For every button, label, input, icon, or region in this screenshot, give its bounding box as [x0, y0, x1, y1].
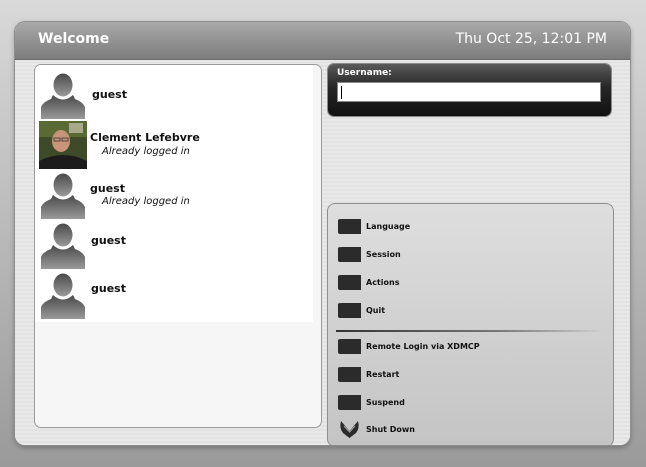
options-menu: Language Session Actions Quit Remote Log…	[327, 203, 614, 445]
text-caret	[341, 86, 342, 99]
user-name: guest	[91, 282, 126, 295]
user-name: guest	[90, 182, 125, 195]
remote-login-icon	[338, 339, 361, 354]
user-name: guest	[91, 234, 126, 247]
content-area: guest Clement Lefebvre Already logged in…	[15, 60, 630, 445]
menu-divider	[336, 330, 604, 332]
remote-login-label: Remote Login via XDMCP	[366, 342, 480, 351]
session-icon	[338, 247, 361, 262]
restart-icon	[338, 367, 361, 382]
user-row[interactable]: guest	[35, 270, 313, 320]
suspend-button[interactable]: Suspend	[336, 394, 596, 414]
window-title: Welcome	[38, 31, 110, 47]
actions-label: Actions	[366, 278, 400, 287]
user-photo	[39, 121, 87, 169]
user-row[interactable]: guest	[35, 70, 313, 120]
user-row[interactable]: guest Already logged in	[35, 170, 313, 220]
restart-label: Restart	[366, 370, 400, 379]
username-label: Username:	[337, 68, 392, 78]
actions-button[interactable]: Actions	[336, 274, 596, 294]
language-button[interactable]: Language	[336, 218, 596, 238]
restart-button[interactable]: Restart	[336, 366, 596, 386]
silhouette-icon	[41, 273, 85, 319]
silhouette-icon	[41, 173, 85, 219]
language-icon	[338, 219, 361, 234]
suspend-label: Suspend	[366, 398, 405, 407]
user-status: Already logged in	[102, 196, 190, 207]
login-box: Username:	[328, 64, 611, 116]
user-name: guest	[92, 88, 127, 101]
suspend-icon	[338, 395, 361, 410]
shut-down-button[interactable]: Shut Down	[336, 421, 596, 441]
session-label: Session	[366, 250, 401, 259]
language-label: Language	[366, 222, 411, 231]
quit-button[interactable]: Quit	[336, 302, 596, 322]
remote-login-xdmcp-button[interactable]: Remote Login via XDMCP	[336, 338, 596, 358]
actions-icon	[338, 275, 361, 290]
user-list-entries: guest Clement Lefebvre Already logged in…	[35, 65, 313, 322]
quit-label: Quit	[366, 306, 386, 315]
user-name: Clement Lefebvre	[90, 131, 200, 144]
silhouette-icon	[41, 73, 85, 119]
shut-down-icon	[340, 421, 359, 438]
user-status: Already logged in	[102, 146, 190, 157]
user-row[interactable]: Clement Lefebvre Already logged in	[35, 120, 313, 170]
user-list[interactable]: guest Clement Lefebvre Already logged in…	[34, 64, 322, 428]
login-window: Welcome Thu Oct 25, 12:01 PM guest Cleme…	[15, 22, 630, 445]
silhouette-icon	[41, 223, 85, 269]
quit-icon	[338, 303, 361, 318]
username-input[interactable]	[337, 82, 601, 102]
clock: Thu Oct 25, 12:01 PM	[455, 31, 607, 47]
title-bar: Welcome Thu Oct 25, 12:01 PM	[15, 22, 630, 60]
session-button[interactable]: Session	[336, 246, 596, 266]
user-row[interactable]: guest	[35, 220, 313, 270]
shut-down-label: Shut Down	[366, 425, 415, 434]
